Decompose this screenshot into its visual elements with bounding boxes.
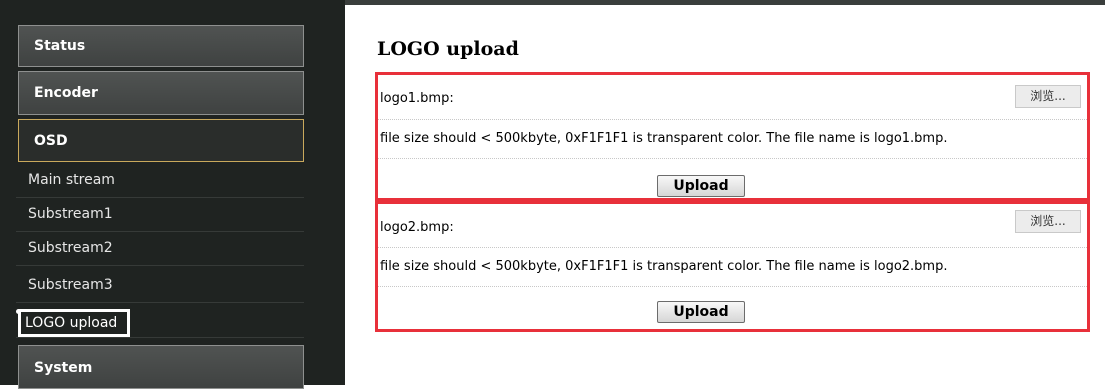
menu-encoder[interactable]: Encoder — [18, 71, 304, 115]
sidebar: Status Encoder OSD Main stream Substream… — [0, 0, 345, 389]
logo1-section: logo1.bmp: 浏览... file size should < 500k… — [375, 72, 1090, 201]
sidebar-item-substream1[interactable]: Substream1 — [16, 199, 304, 232]
sidebar-item-label: Main stream — [28, 172, 115, 188]
sidebar-item-main-stream[interactable]: Main stream — [16, 165, 304, 198]
menu-status[interactable]: Status — [18, 25, 304, 67]
logo1-upload-button[interactable]: Upload — [657, 175, 745, 197]
sidebar-item-label: Substream1 — [28, 206, 113, 222]
sidebar-item-label: Substream2 — [28, 240, 113, 256]
logo1-file-label: logo1.bmp: — [380, 91, 454, 106]
sidebar-item-logo-upload[interactable]: LOGO upload — [16, 305, 304, 338]
logo2-file-label: logo2.bmp: — [380, 220, 454, 235]
logo2-section: logo2.bmp: 浏览... file size should < 500k… — [375, 201, 1090, 332]
logo1-note-row: file size should < 500kbyte, 0xF1F1F1 is… — [378, 120, 1087, 159]
logo2-note-row: file size should < 500kbyte, 0xF1F1F1 is… — [378, 248, 1087, 287]
logo2-file-row: logo2.bmp: 浏览... — [378, 204, 1087, 248]
top-divider — [345, 0, 1105, 5]
menu-encoder-label: Encoder — [34, 85, 98, 101]
logo1-file-row: logo1.bmp: 浏览... — [378, 75, 1087, 120]
sidebar-item-substream3[interactable]: Substream3 — [16, 270, 304, 303]
sidebar-item-label: Substream3 — [28, 277, 113, 293]
menu-system[interactable]: System — [18, 345, 304, 389]
menu-osd-label: OSD — [34, 133, 68, 149]
page-title: LOGO upload — [377, 38, 519, 60]
logo1-browse-button[interactable]: 浏览... — [1015, 85, 1081, 108]
menu-status-label: Status — [34, 38, 86, 54]
menu-osd[interactable]: OSD — [18, 119, 304, 162]
menu-system-label: System — [34, 360, 93, 376]
sidebar-item-label: LOGO upload — [18, 309, 131, 337]
logo2-upload-button[interactable]: Upload — [657, 301, 745, 323]
logo1-note-text: file size should < 500kbyte, 0xF1F1F1 is… — [380, 131, 948, 146]
logo2-note-text: file size should < 500kbyte, 0xF1F1F1 is… — [380, 259, 948, 274]
logo2-browse-button[interactable]: 浏览... — [1015, 210, 1081, 233]
sidebar-item-substream2[interactable]: Substream2 — [16, 233, 304, 266]
